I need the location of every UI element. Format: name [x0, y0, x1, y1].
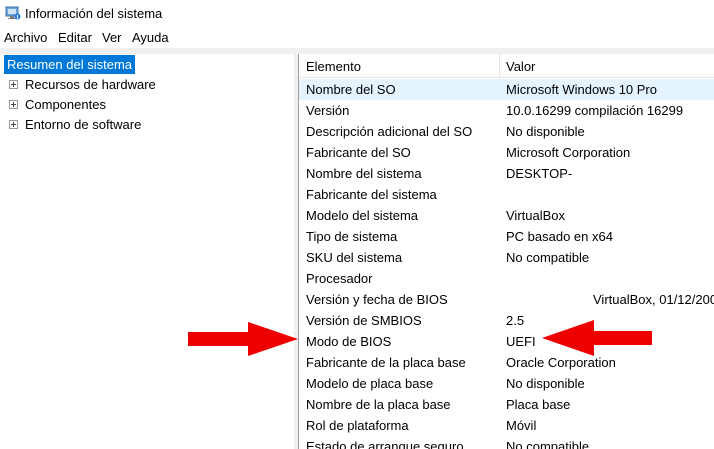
- row-element: Fabricante del SO: [306, 145, 411, 160]
- left-arrow-icon: [542, 320, 652, 356]
- row-element: Estado de arranque seguro: [306, 439, 464, 449]
- row-element: Descripción adicional del SO: [306, 124, 473, 139]
- tree-item-label: Entorno de software: [25, 117, 142, 132]
- menu-editar[interactable]: Editar: [58, 30, 92, 45]
- row-value: VirtualBox: [506, 208, 566, 223]
- tree-item-components[interactable]: Componentes: [25, 95, 106, 114]
- table-row[interactable]: SKU del sistema No compatible: [299, 247, 714, 268]
- row-value: 10.0.16299 compilación 16299: [506, 103, 684, 118]
- table-row[interactable]: Modelo de placa base No disponible: [299, 373, 714, 394]
- row-value: No disponible: [506, 124, 585, 139]
- row-element: Versión: [306, 103, 350, 118]
- row-element: Nombre del sistema: [306, 166, 422, 181]
- table-row[interactable]: Fabricante del SO Microsoft Corporation: [299, 142, 714, 163]
- table-row[interactable]: Rol de plataforma Móvil: [299, 415, 714, 436]
- table-row[interactable]: Tipo de sistema PC basado en x64: [299, 226, 714, 247]
- column-header-element[interactable]: Elemento: [306, 59, 361, 74]
- row-value: Placa base: [506, 397, 571, 412]
- table-row[interactable]: Nombre del sistema DESKTOP-: [299, 163, 714, 184]
- table-row[interactable]: Versión 10.0.16299 compilación 16299: [299, 100, 714, 121]
- row-element: Modelo del sistema: [306, 208, 418, 223]
- window-title: Información del sistema: [25, 6, 163, 21]
- row-value: No disponible: [506, 376, 585, 391]
- expand-plus-icon[interactable]: [9, 120, 18, 129]
- table-row[interactable]: Nombre del SO Microsoft Windows 10 Pro: [299, 79, 714, 100]
- row-element: Fabricante de la placa base: [306, 355, 466, 370]
- grid-header: Elemento Valor: [299, 54, 714, 78]
- menu-ayuda[interactable]: Ayuda: [132, 30, 169, 45]
- tree-item-label: Recursos de hardware: [25, 77, 156, 92]
- row-element: Fabricante del sistema: [306, 187, 437, 202]
- row-element: Nombre del SO: [306, 82, 396, 97]
- row-element: Versión y fecha de BIOS: [306, 292, 448, 307]
- column-divider[interactable]: [499, 54, 500, 78]
- menu-archivo[interactable]: Archivo: [4, 30, 47, 45]
- row-element: Modelo de placa base: [306, 376, 434, 391]
- expand-plus-icon[interactable]: [9, 80, 18, 89]
- table-row[interactable]: Procesador: [299, 268, 714, 289]
- details-grid: Elemento Valor Nombre del SO Microsoft Wi…: [299, 54, 714, 449]
- row-element: Nombre de la placa base: [306, 397, 451, 412]
- row-element: Procesador: [306, 271, 373, 286]
- tree-item-hardware-resources[interactable]: Recursos de hardware: [25, 75, 156, 94]
- column-header-value[interactable]: Valor: [506, 59, 535, 74]
- row-element: Versión de SMBIOS: [306, 313, 422, 328]
- tree-item-label: Componentes: [25, 97, 106, 112]
- row-value: UEFI: [506, 334, 536, 349]
- row-element: Tipo de sistema: [306, 229, 398, 244]
- tree-item-label: Resumen del sistema: [7, 57, 132, 72]
- table-row[interactable]: Versión y fecha de BIOS VirtualBox, 01/12…: [299, 289, 714, 310]
- row-value: Microsoft Corporation: [506, 145, 631, 160]
- table-row[interactable]: Estado de arranque seguro No compatible: [299, 436, 714, 449]
- row-value: 2.5: [506, 313, 525, 328]
- row-element: SKU del sistema: [306, 250, 403, 265]
- table-row[interactable]: Fabricante del sistema: [299, 184, 714, 205]
- row-value: PC basado en x64: [506, 229, 613, 244]
- table-row[interactable]: Nombre de la placa base Placa base: [299, 394, 714, 415]
- tree-item-system-summary[interactable]: Resumen del sistema: [4, 55, 135, 74]
- system-information-icon: [5, 6, 21, 20]
- title-bar: Información del sistema: [0, 0, 714, 27]
- row-value: No compatible: [506, 250, 590, 265]
- row-element: Rol de plataforma: [306, 418, 409, 433]
- table-row[interactable]: Modelo del sistema VirtualBox: [299, 205, 714, 226]
- menu-bar: Archivo Editar Ver Ayuda: [0, 27, 714, 48]
- row-value: No compatible: [506, 439, 590, 449]
- table-row[interactable]: Descripción adicional del SO No disponibl…: [299, 121, 714, 142]
- row-value: VirtualBox, 01/12/200: [593, 292, 714, 307]
- row-value: Móvil: [506, 418, 537, 433]
- row-element: Modo de BIOS: [306, 334, 392, 349]
- right-arrow-icon: [188, 322, 298, 356]
- row-value: DESKTOP-: [506, 166, 573, 181]
- row-value: Microsoft Windows 10 Pro: [506, 82, 657, 97]
- expand-plus-icon[interactable]: [9, 100, 18, 109]
- menu-ver[interactable]: Ver: [102, 30, 122, 45]
- tree-item-software-environment[interactable]: Entorno de software: [25, 115, 141, 134]
- category-tree: Resumen del sistema Recursos de hardware…: [0, 54, 294, 449]
